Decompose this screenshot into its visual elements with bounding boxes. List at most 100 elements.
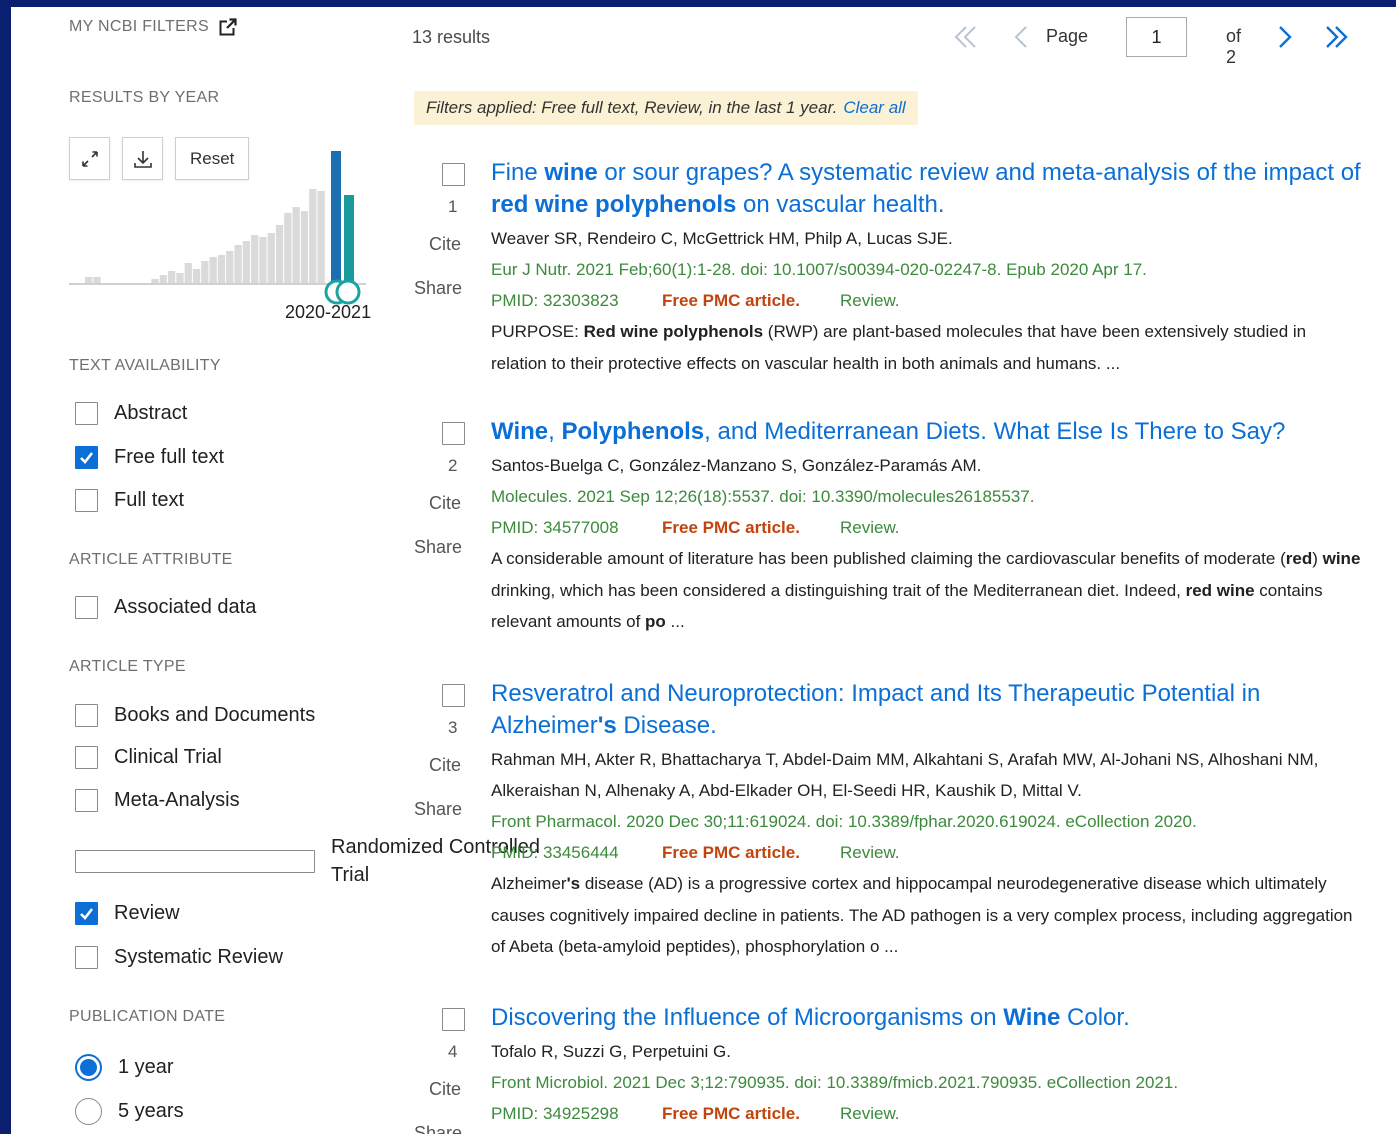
result-authors: Tofalo R, Suzzi G, Perpetuini G. [491,1042,731,1061]
filters-sidebar: MY NCBI FILTERS RESULTS BY YEAR Reset 20… [11,7,540,1134]
title-fragment: Discovering the Influence of Microorgani… [491,1004,1004,1031]
checkbox-books-and-documents[interactable] [75,704,98,727]
year-bar [234,245,242,283]
year-bar-2021 [344,195,354,284]
page-label: Page [1046,26,1089,46]
year-bar [217,255,226,283]
checkbox-free-full-text[interactable] [75,446,98,469]
result-title-link[interactable]: Discovering the Influence of Microorgani… [491,1002,1361,1034]
title-fragment: on vascular health. [736,191,945,218]
year-bar [151,279,159,283]
filter-clinical-trial[interactable]: Clinical Trial [75,746,222,769]
filter-books-and-documents[interactable]: Books and Documents [75,704,315,727]
cite-button[interactable]: Cite [429,234,461,255]
year-bar [226,251,234,283]
next-page-icon[interactable] [1270,21,1302,53]
filter-free-full-text[interactable]: Free full text [75,446,224,469]
title-fragment: Wine [491,418,549,445]
range-handle-right[interactable] [335,279,361,305]
download-icon [133,150,152,168]
page-number-input[interactable]: 1 [1126,17,1187,57]
title-fragment: Polyphenols [561,418,705,445]
checkbox-review[interactable] [75,902,98,925]
snippet-fragment: drinking, which has been considered a di… [491,580,1186,600]
reset-chart-button[interactable]: Reset [175,137,250,180]
previous-page-icon[interactable] [1006,21,1038,53]
last-page-icon[interactable] [1320,21,1352,53]
first-page-icon[interactable] [950,21,982,53]
snippet-fragment: 's [566,874,581,893]
cite-button[interactable]: Cite [429,1079,461,1100]
filter-systematic-review[interactable]: Systematic Review [75,946,283,969]
result-citation: Front Microbiol. 2021 Dec 3;12:790935. d… [491,1073,1179,1092]
cite-button[interactable]: Cite [429,493,461,514]
title-fragment: or sour grapes? A systematic review and … [597,159,1361,186]
result-number: 3 [448,718,458,737]
results-by-year-heading: RESULTS BY YEAR [69,89,220,106]
share-button[interactable]: Share [414,1123,462,1134]
window-frame-top [0,0,1396,7]
year-bar [292,207,300,283]
checkbox-systematic-review[interactable] [75,946,98,969]
expand-icon [81,150,98,167]
result-checkbox[interactable] [442,422,465,445]
result-checkbox[interactable] [442,163,465,186]
result-title-link[interactable]: Fine wine or sour grapes? A systematic r… [491,157,1361,221]
article-attribute-heading: ARTICLE ATTRIBUTE [69,551,233,568]
filter-meta-analysis[interactable]: Meta-Analysis [75,789,240,812]
cite-button[interactable]: Cite [429,755,461,776]
filter-associated-data[interactable]: Associated data [75,596,256,619]
result-title-link[interactable]: Wine, Polyphenols, and Mediterranean Die… [491,416,1361,448]
share-button[interactable]: Share [414,799,462,820]
share-button[interactable]: Share [414,537,462,558]
checkbox-full-text[interactable] [75,489,98,512]
result-citation: Front Pharmacol. 2020 Dec 30;11:619024. … [491,812,1197,831]
filter-review[interactable]: Review [75,902,180,925]
download-chart-button[interactable] [122,137,163,180]
result-citation: Eur J Nutr. 2021 Feb;60(1):1-28. doi: 10… [491,260,1147,279]
filter-abstract[interactable]: Abstract [75,402,187,425]
year-bar [192,269,201,283]
filter-label: Review [114,902,180,924]
result-citation: Molecules. 2021 Sep 12;26(18):5537. doi:… [491,487,1035,506]
result-meta: PMID: 34925298 Free PMC article. Review. [491,1098,1361,1129]
result-body: Fine wine or sour grapes? A systematic r… [491,157,1361,379]
snippet-fragment: ... [665,612,685,631]
share-button[interactable]: Share [414,278,462,299]
year-bar [300,211,309,283]
checkbox-abstract[interactable] [75,402,98,425]
radio-5-years[interactable] [75,1098,102,1125]
article-type-heading: ARTICLE TYPE [69,658,186,675]
title-fragment: , and Mediterranean Diets. What Else Is … [704,418,1286,445]
snippet-fragment: Red wine polyphenols [583,322,764,341]
snippet-fragment: red wine [1185,580,1255,600]
result-snippet: A considerable amount of literature has … [491,543,1361,638]
filter-5-years[interactable]: 5 years [75,1098,184,1125]
year-bar [159,275,167,283]
checkbox-randomized-controlled-trial[interactable] [75,849,315,873]
result-number: 1 [448,197,458,216]
filters-applied-banner: Filters applied: Free full text, Review,… [414,91,918,125]
expand-chart-button[interactable] [69,137,110,180]
snippet-fragment: Alzheimer [491,874,567,893]
result-checkbox[interactable] [442,1008,465,1031]
my-ncbi-filters-link[interactable]: MY NCBI FILTERS [69,18,237,36]
filter-1-year[interactable]: 1 year [75,1054,174,1081]
filter-full-text[interactable]: Full text [75,489,184,512]
result-checkbox[interactable] [442,684,465,707]
result-authors: Rahman MH, Akter R, Bhattacharya T, Abde… [491,750,1319,800]
filter-label: Free full text [114,446,225,468]
checkbox-meta-analysis[interactable] [75,789,98,812]
year-bar-2020 [331,151,341,284]
result-snippet: PURPOSE: Red wine polyphenols (RWP) are … [491,316,1361,379]
checkbox-clinical-trial[interactable] [75,746,98,769]
filters-applied-text: Filters applied: Free full text, Review,… [426,98,838,117]
filter-label: Abstract [114,402,188,424]
checkbox-associated-data[interactable] [75,596,98,619]
clear-all-link[interactable]: Clear all [843,98,905,118]
snippet-fragment: disease (AD) is a progressive cortex and… [491,874,1353,956]
radio-1-year[interactable] [75,1054,102,1081]
result-title-link[interactable]: Resveratrol and Neuroprotection: Impact … [491,678,1361,742]
year-bar [251,235,259,283]
year-bar [184,263,192,283]
